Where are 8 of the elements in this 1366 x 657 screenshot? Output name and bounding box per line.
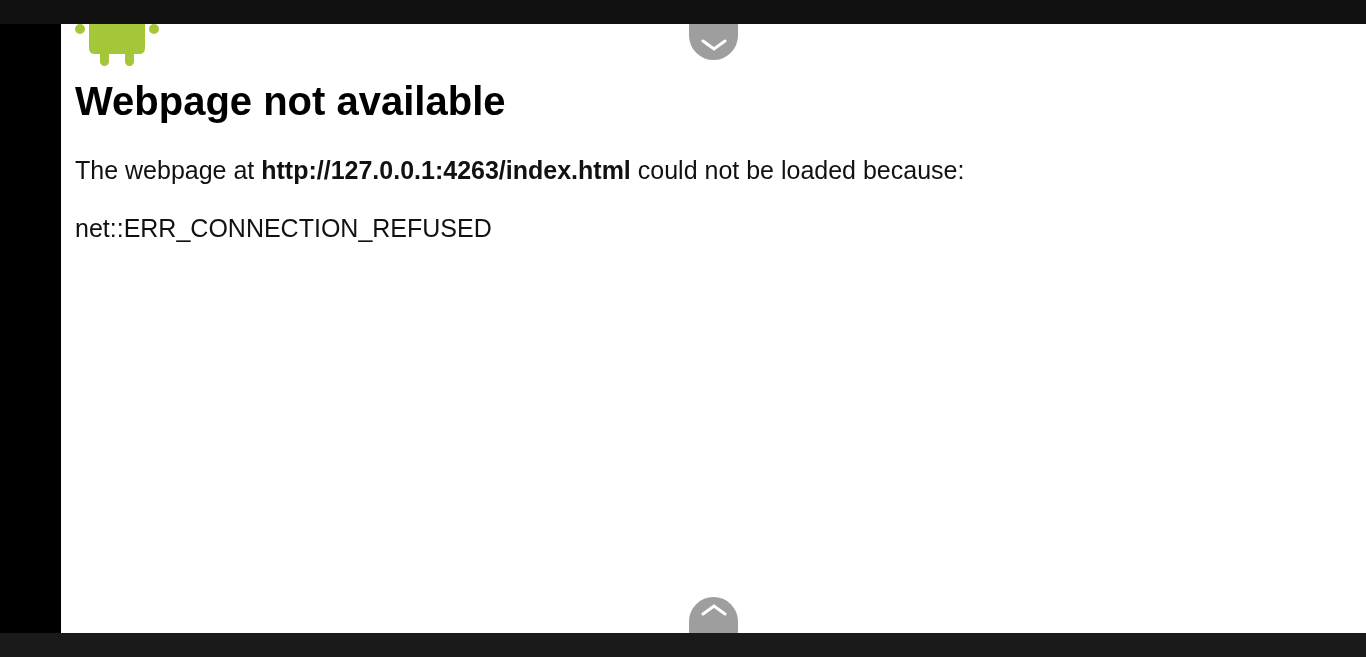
chevron-down-icon xyxy=(700,39,727,51)
page-heading: Webpage not available xyxy=(75,78,507,124)
error-code: net::ERR_CONNECTION_REFUSED xyxy=(75,213,493,244)
collapse-handle[interactable] xyxy=(689,24,738,60)
expand-handle[interactable] xyxy=(689,597,738,633)
error-message: The webpage at http://127.0.0.1:4263/index.html could not be loaded because: xyxy=(75,155,966,186)
robot-icon xyxy=(75,24,159,66)
chevron-up-icon xyxy=(700,604,727,616)
